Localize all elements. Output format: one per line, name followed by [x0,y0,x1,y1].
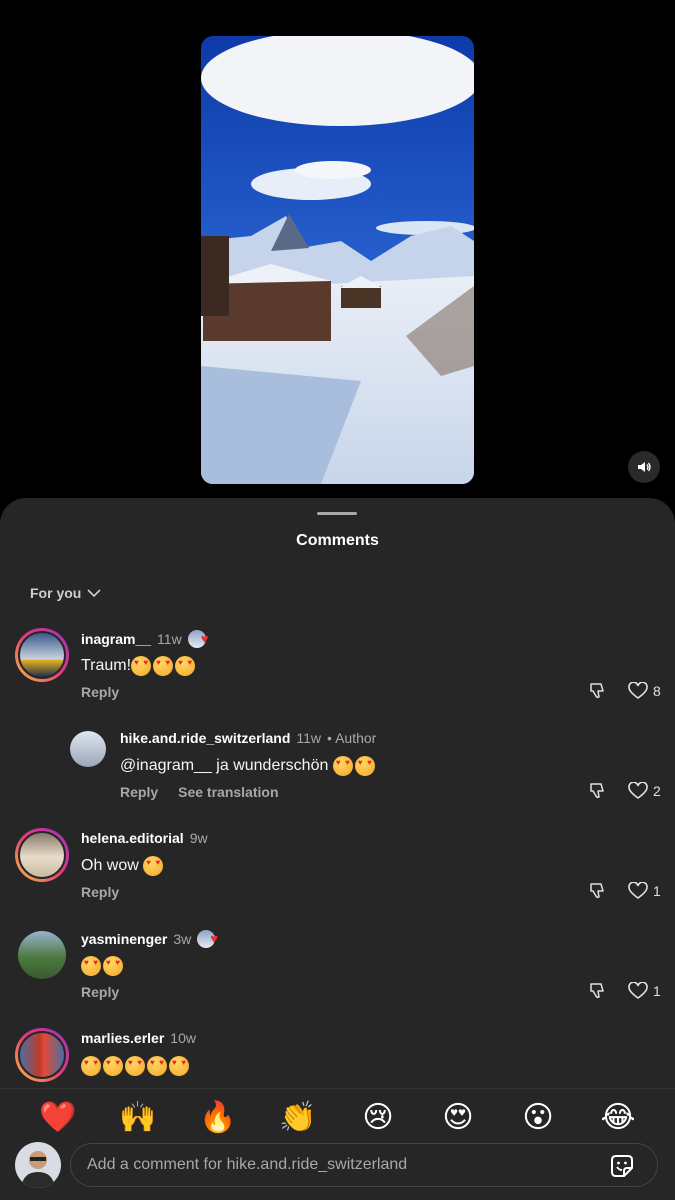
speaker-icon [638,462,651,472]
video-area [0,0,675,500]
like-button[interactable]: 8 [628,682,661,700]
like-count: 2 [653,783,661,799]
heart-eyes-emoji-icon [153,656,174,676]
drag-handle[interactable] [317,512,357,515]
heart-eyes-emoji-icon [81,1056,101,1076]
avatar[interactable] [15,828,69,882]
current-user-avatar[interactable] [15,1142,61,1188]
video-thumbnail[interactable] [201,36,474,484]
like-count: 1 [653,983,661,999]
like-button[interactable]: 2 [628,782,661,800]
author-liked-icon: ♥ [197,930,225,948]
quick-reaction-surprised[interactable]: 😮 [518,1097,558,1139]
dislike-icon[interactable] [588,882,606,900]
heart-eyes-emoji-icon [354,756,375,776]
comment-time: 10w [170,1030,196,1046]
heart-eyes-emoji-icon [125,1056,145,1076]
sort-dropdown[interactable]: For you [30,585,101,601]
dislike-icon[interactable] [588,982,606,1000]
comment-composer-bar: ❤️ 🙌 🔥 👏 😢 😍 😮 😂 [0,1088,675,1200]
quick-reaction-crying[interactable]: 😢 [358,1097,398,1139]
comment-username[interactable]: helena.editorial [81,830,184,846]
heart-eyes-emoji-icon [103,956,123,976]
like-count: 8 [653,683,661,699]
like-button[interactable]: 1 [628,882,661,900]
comment-time: 11w [157,631,182,647]
heart-eyes-emoji-icon [175,656,196,676]
comment-text [81,1056,191,1076]
reply-button[interactable]: Reply [120,784,158,800]
reply-button[interactable]: Reply [81,984,119,1000]
comment-text: Traum! [81,656,197,676]
avatar[interactable] [15,1028,69,1082]
avatar[interactable] [70,731,106,767]
heart-outline-icon [628,982,648,999]
comment-time: 11w [296,730,322,746]
heart-eyes-emoji-icon [332,756,353,776]
sheet-title: Comments [296,532,379,549]
quick-reaction-fire[interactable]: 🔥 [198,1097,238,1139]
heart-outline-icon [628,682,648,699]
comment-input-container [70,1143,658,1187]
heart-eyes-emoji-icon [131,656,152,676]
comment-text [81,956,125,976]
heart-eyes-emoji-icon [103,1056,123,1076]
heart-outline-icon [628,882,648,899]
quick-reaction-laughing[interactable]: 😂 [598,1097,638,1139]
comment-time: 3w [173,931,192,947]
quick-reaction-clap[interactable]: 👏 [278,1097,318,1139]
avatar[interactable] [18,931,66,979]
comment-text: Oh wow [81,856,165,876]
comment-username[interactable]: hike.and.ride_switzerland [120,730,290,746]
comment-username[interactable]: marlies.erler [81,1030,164,1046]
comment-username[interactable]: inagram__ [81,631,151,647]
dislike-icon[interactable] [588,782,606,800]
quick-reaction-raised-hands[interactable]: 🙌 [118,1097,158,1139]
reply-button[interactable]: Reply [81,684,119,700]
heart-eyes-emoji-icon [147,1056,167,1076]
heart-eyes-emoji-icon [169,1056,189,1076]
quick-reaction-heart[interactable]: ❤️ [38,1097,78,1139]
heart-eyes-emoji-icon [143,856,164,876]
dislike-icon[interactable] [588,682,606,700]
sound-toggle-button[interactable] [628,451,660,483]
comment-text: @inagram__ ja wunderschön [120,756,377,776]
like-count: 1 [653,883,661,899]
sticker-icon[interactable] [607,1151,637,1181]
author-liked-icon: ♥ [187,630,216,648]
comment-username[interactable]: yasminenger [81,931,167,947]
see-translation-button[interactable]: See translation [178,784,278,800]
comment-time: 9w [189,830,208,846]
quick-reaction-row: ❤️ 🙌 🔥 👏 😢 😍 😮 😂 [0,1097,675,1139]
heart-outline-icon [628,782,648,799]
avatar[interactable] [15,628,69,682]
heart-eyes-emoji-icon [81,956,101,976]
chevron-down-icon [87,589,101,598]
like-button[interactable]: 1 [628,982,661,1000]
quick-reaction-heart-eyes[interactable]: 😍 [438,1097,478,1139]
comment-input[interactable] [87,1144,597,1186]
reply-button[interactable]: Reply [81,884,119,900]
author-badge: • Author [327,730,377,746]
sort-label: For you [30,585,82,601]
